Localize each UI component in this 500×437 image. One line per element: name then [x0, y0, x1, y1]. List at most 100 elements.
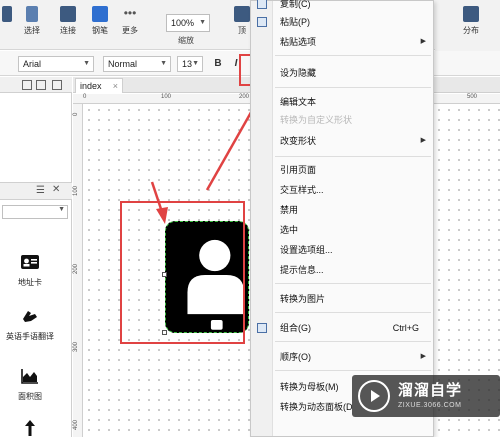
- menu-item-label: 引用页面: [280, 165, 317, 175]
- widget-label: 英语手语翻译: [6, 332, 54, 341]
- chevron-right-icon: ▶: [420, 137, 426, 144]
- font-family-select[interactable]: Arial ▼: [18, 56, 94, 72]
- top-icon: [234, 6, 250, 22]
- more-icon: •••: [123, 6, 137, 20]
- ruler-tick: 400: [73, 419, 79, 430]
- select-label: 选择: [24, 26, 40, 35]
- font-style-select[interactable]: Normal ▼: [103, 56, 171, 72]
- menu-item-label: 粘贴(P): [280, 17, 310, 27]
- font-size-value: 13: [182, 59, 193, 69]
- menu-item-label: 编辑文本: [280, 97, 317, 107]
- context-menu: 复制(C) 粘贴(P) 粘贴选项 ▶ 设为隐藏 编辑文本 转换为自定义形状 改变…: [250, 0, 434, 437]
- paste-icon: [257, 17, 267, 27]
- menu-item-label: 选中: [280, 225, 299, 235]
- close-icon[interactable]: ✕: [52, 184, 60, 195]
- ruler-tick: 100: [161, 94, 172, 100]
- select-tool-button[interactable]: [2, 6, 12, 25]
- menu-item-change-shape[interactable]: 改变形状 ▶: [251, 132, 433, 150]
- menu-item-convert-image[interactable]: 转换为图片: [251, 290, 433, 308]
- zoom-select[interactable]: 100% ▼: [166, 14, 210, 32]
- menu-item-label: 复制(C): [280, 0, 311, 9]
- select-mode-button[interactable]: 选择: [24, 6, 40, 36]
- ruler-tick: 100: [73, 185, 79, 196]
- menu-item-set-hidden[interactable]: 设为隐藏: [251, 64, 433, 82]
- menu-item-disable[interactable]: 禁用: [251, 201, 433, 219]
- pen-icon: [92, 6, 108, 22]
- left-panel: ☰ ✕ ▼ 地址卡 英语手语翻译 面积图: [0, 77, 72, 437]
- menu-item-paste-options[interactable]: 粘贴选项 ▶: [251, 33, 433, 51]
- distribute-label: 分布: [463, 26, 479, 35]
- font-style-value: Normal: [108, 59, 138, 69]
- widget-label: 地址卡: [18, 278, 42, 287]
- annotation-box-shape: [120, 201, 245, 344]
- distribute-icon: [463, 6, 479, 22]
- arrow-up-icon: [25, 420, 35, 436]
- font-size-select[interactable]: 13 ▼: [177, 56, 203, 72]
- connect-icon: [60, 6, 76, 22]
- menu-item-label: 设为隐藏: [280, 68, 317, 78]
- menu-separator: [275, 87, 431, 88]
- menu-item-label: 转换为自定义形状: [280, 115, 353, 125]
- menu-item-label: 改变形状: [280, 136, 317, 146]
- connect-label: 连接: [60, 26, 76, 35]
- menu-separator: [275, 370, 431, 371]
- menu-item-label: 粘贴选项: [280, 37, 317, 47]
- menu-item-label: 提示信息...: [280, 265, 324, 275]
- connect-tool-button[interactable]: 连接: [60, 6, 76, 36]
- menu-item-copy[interactable]: 复制(C): [251, 0, 433, 13]
- bold-button[interactable]: B: [210, 56, 226, 72]
- area-chart-icon: [21, 369, 38, 384]
- menu-item-edit-text[interactable]: 编辑文本: [251, 93, 433, 111]
- close-icon[interactable]: ×: [113, 79, 118, 93]
- tab-index[interactable]: index ×: [75, 78, 123, 93]
- menu-item-reference-page[interactable]: 引用页面: [251, 161, 433, 179]
- menu-item-group[interactable]: 组合(G) Ctrl+G: [251, 319, 433, 337]
- add-folder-icon[interactable]: [36, 80, 46, 90]
- menu-item-label: 组合(G): [280, 323, 311, 333]
- chevron-right-icon: ▶: [420, 353, 426, 360]
- search-icon[interactable]: [52, 80, 62, 90]
- menu-item-shortcut: Ctrl+G: [392, 323, 419, 333]
- chevron-down-icon: ▼: [192, 60, 199, 67]
- widget-area-chart[interactable]: 面积图: [0, 367, 60, 402]
- menu-item-selected[interactable]: 选中: [251, 221, 433, 239]
- chevron-down-icon: ▼: [199, 19, 206, 26]
- sign-language-icon: [23, 311, 37, 322]
- pen-tool-button[interactable]: 钢笔: [92, 6, 108, 36]
- partial-toolbar-button[interactable]: 顶: [234, 6, 250, 36]
- ruler-tick: 0: [73, 112, 79, 116]
- tab-label: index: [80, 81, 102, 91]
- menu-separator: [275, 283, 431, 284]
- widget-sign-language[interactable]: 英语手语翻译: [0, 307, 60, 342]
- menu-separator: [275, 341, 431, 342]
- select-icon: [2, 6, 12, 22]
- address-card-icon: [21, 255, 39, 269]
- copy-icon: [257, 0, 267, 9]
- add-page-icon[interactable]: [22, 80, 32, 90]
- menu-item-order[interactable]: 顺序(O) ▶: [251, 348, 433, 366]
- pen-label: 钢笔: [92, 26, 108, 35]
- watermark-url: ZIXUE.3066.COM: [398, 402, 462, 409]
- menu-item-label: 交互样式...: [280, 185, 324, 195]
- menu-item-interaction-styles[interactable]: 交互样式...: [251, 181, 433, 199]
- menu-item-paste[interactable]: 粘贴(P): [251, 13, 433, 31]
- menu-item-label: 转换为图片: [280, 294, 326, 304]
- distribute-button[interactable]: 分布: [463, 6, 479, 36]
- widget-arrow-up[interactable]: [0, 419, 60, 437]
- watermark: 溜溜自学 ZIXUE.3066.COM: [352, 375, 500, 417]
- more-tools-button[interactable]: ••• 更多: [122, 6, 138, 36]
- chevron-right-icon: ▶: [420, 38, 426, 45]
- pages-panel-header: [0, 77, 72, 93]
- menu-icon[interactable]: ☰: [36, 185, 45, 196]
- menu-item-label: 转换为动态面板(D: [280, 402, 353, 412]
- widget-label: 面积图: [18, 392, 42, 401]
- library-select[interactable]: ▼: [2, 205, 68, 219]
- watermark-title: 溜溜自学: [398, 382, 463, 399]
- menu-item-tooltip[interactable]: 提示信息...: [251, 261, 433, 279]
- menu-item-selection-group[interactable]: 设置选项组...: [251, 241, 433, 259]
- widget-address-card[interactable]: 地址卡: [0, 253, 60, 288]
- menu-separator: [275, 312, 431, 313]
- group-icon: [257, 323, 267, 333]
- vertical-ruler: 0 100 200 300 400: [73, 104, 83, 437]
- menu-item-label: 顺序(O): [280, 352, 311, 362]
